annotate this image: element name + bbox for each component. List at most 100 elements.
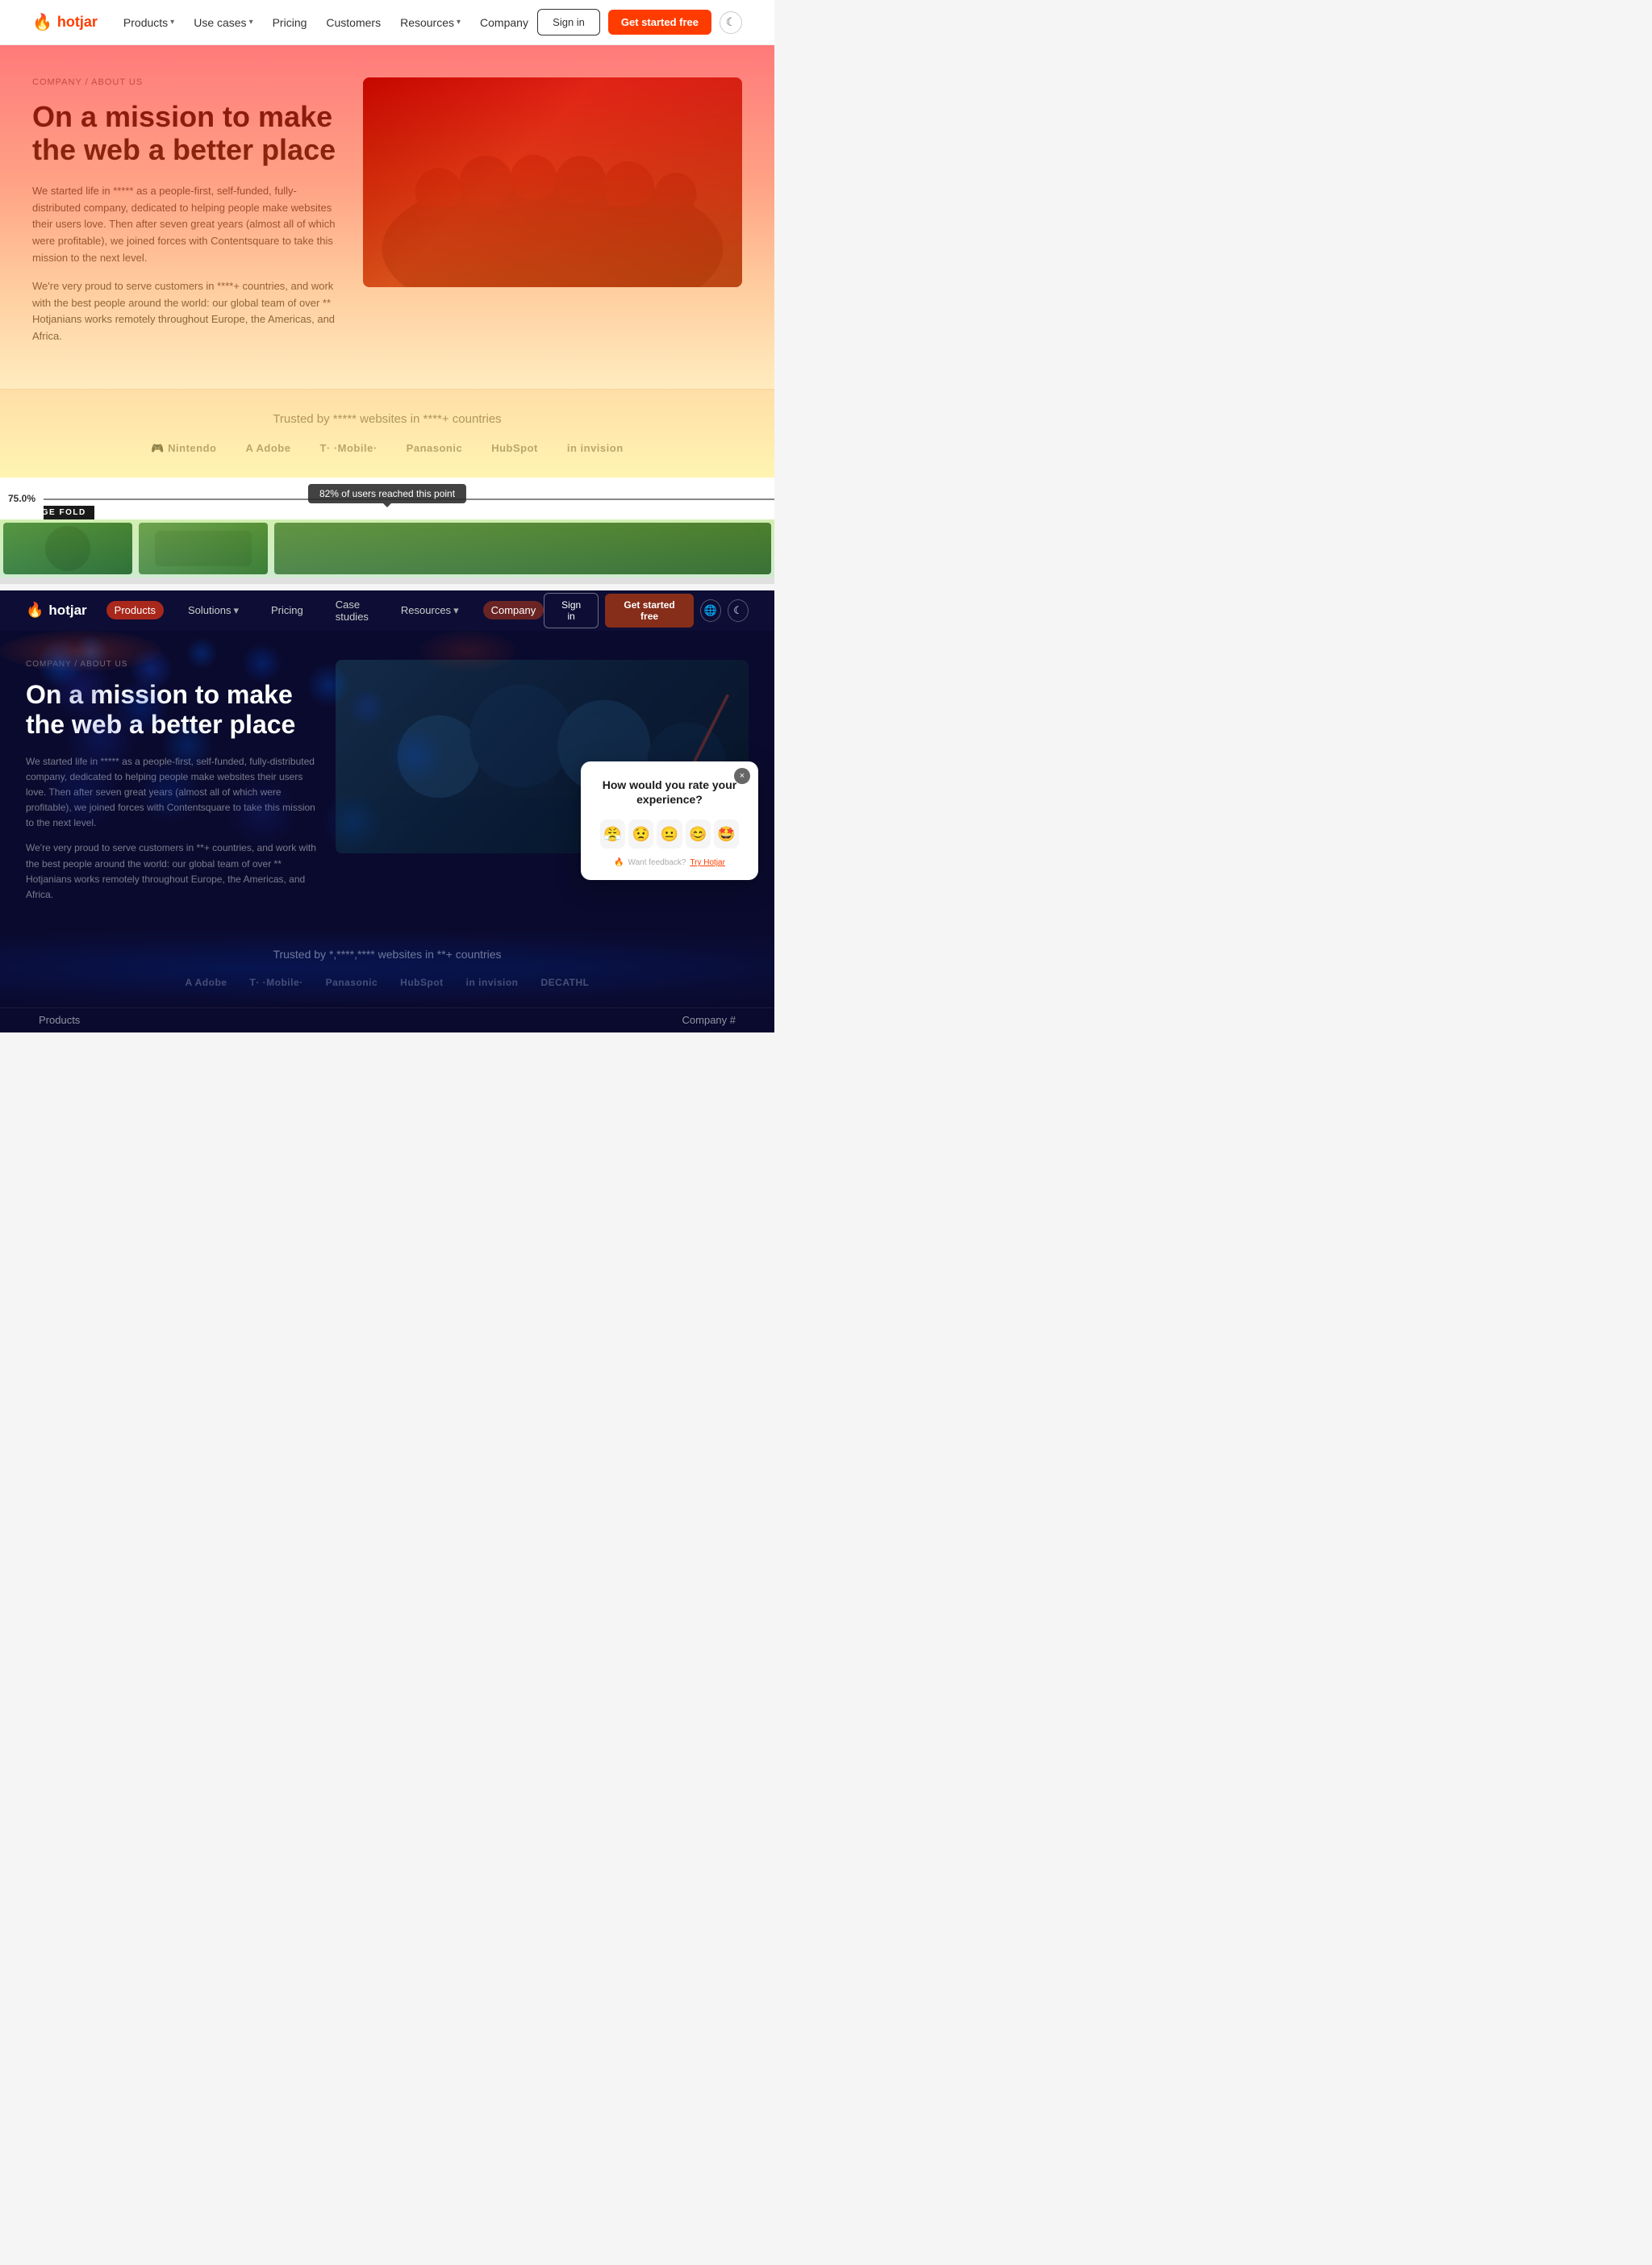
bottom-hero: COMPANY / ABOUT US On a mission to make …: [0, 631, 774, 928]
emoji-love[interactable]: 🤩: [714, 820, 739, 849]
nav-link-pricing[interactable]: Pricing: [273, 16, 307, 29]
bottom-nav-products[interactable]: Products: [106, 601, 164, 619]
bottom-logo-panasonic: Panasonic: [326, 977, 378, 988]
chevron-down-icon: ▾: [457, 18, 461, 27]
website-mockup-bottom: 🔥 hotjar Products Solutions ▾ Pricing Ca…: [0, 590, 774, 1032]
bottom-nav-actions: Sign in Get started free 🌐 ☾: [544, 593, 749, 628]
moon-icon-bottom: ☾: [733, 604, 743, 617]
fold-indicator: 75.0% 82% of users reached this point AV…: [0, 478, 774, 519]
bottom-nav-solutions[interactable]: Solutions ▾: [180, 601, 247, 620]
nav-link-resources[interactable]: Resources ▾: [400, 16, 461, 29]
bottom-logo-tmobile: T· ·Mobile·: [249, 977, 302, 988]
tooltip-arrow: [383, 503, 391, 507]
trusted-wrapper: Trusted by ***** websites in ****+ count…: [0, 389, 774, 478]
logo-hubspot: HubSpot: [491, 442, 538, 454]
feedback-widget: × How would you rate your experience? 😤 …: [581, 761, 758, 880]
breadcrumb: COMPANY / ABOUT US: [32, 77, 339, 87]
strip-3: [274, 523, 771, 574]
chevron-down-icon: ▾: [249, 18, 253, 27]
products-column-label: Products: [26, 1007, 93, 1032]
hero-team-photo: [363, 77, 742, 287]
scroll-heatmap-section: 🔥 hotjar Products ▾ Use cases ▾ Pricing …: [0, 0, 774, 578]
globe-icon-button[interactable]: 🌐: [700, 599, 721, 622]
hero-text: COMPANY / ABOUT US On a mission to make …: [32, 77, 339, 357]
trusted-logos: 🎮 Nintendo A Adobe T· ·Mobile· Panasonic…: [32, 442, 742, 455]
bottom-hero-text: COMPANY / ABOUT US On a mission to make …: [26, 660, 316, 912]
bottom-nav-company[interactable]: Company: [483, 601, 544, 619]
bottom-nav-resources[interactable]: Resources ▾: [393, 601, 467, 620]
bottom-logo-adobe: A Adobe: [186, 977, 227, 988]
trusted-text: Trusted by ***** websites in ****+ count…: [32, 412, 742, 426]
feedback-close-button[interactable]: ×: [734, 768, 750, 784]
bottom-signin-button[interactable]: Sign in: [544, 593, 599, 628]
section-divider: [0, 578, 774, 584]
bottom-hero-title: On a mission to make the web a better pl…: [26, 680, 316, 740]
nav-logo[interactable]: 🔥 hotjar: [32, 12, 98, 32]
nav-link-customers[interactable]: Customers: [326, 16, 381, 29]
logo-text: hotjar: [57, 14, 98, 31]
logo-panasonic: Panasonic: [407, 442, 463, 454]
dark-mode-toggle-bottom[interactable]: ☾: [728, 599, 749, 622]
company-hash-column-label: Company #: [670, 1007, 749, 1032]
team-photo-image: [363, 77, 742, 287]
logo-text-dark: hotjar: [48, 603, 86, 619]
emoji-angry[interactable]: 😤: [600, 820, 625, 849]
website-mockup-top: 🔥 hotjar Products ▾ Use cases ▾ Pricing …: [0, 0, 774, 578]
click-heatmap-section: 🔥 hotjar Products Solutions ▾ Pricing Ca…: [0, 590, 774, 1032]
feedback-footer-text: Want feedback?: [628, 858, 686, 867]
feedback-question: How would you rate your experience?: [600, 778, 739, 807]
chevron-down-icon: ▾: [453, 604, 459, 617]
feedback-emojis: 😤 😟 😐 😊 🤩: [600, 820, 739, 849]
nav-link-usecases[interactable]: Use cases ▾: [194, 16, 252, 29]
emoji-neutral[interactable]: 😐: [657, 820, 682, 849]
hotjar-small-logo: 🔥: [614, 858, 624, 867]
nav-actions: Sign in Get started free ☾: [537, 9, 742, 35]
bottom-getstarted-button[interactable]: Get started free: [605, 594, 694, 628]
bottom-logo-hubspot: HubSpot: [400, 977, 444, 988]
hero-title: On a mission to make the web a better pl…: [32, 100, 339, 167]
emoji-happy[interactable]: 😊: [686, 820, 711, 849]
bottom-logo-invision: in invision: [466, 977, 519, 988]
logo-invision: in invision: [567, 442, 624, 454]
hotjar-flame-icon-dark: 🔥: [26, 602, 44, 619]
strip-1: [3, 523, 132, 574]
company-hash-col: Company #: [387, 1013, 749, 1028]
bottom-trusted-text: Trusted by *,****,**** websites in **+ c…: [26, 948, 749, 961]
bottom-hero-desc-2: We're very proud to serve customers in *…: [26, 841, 316, 903]
bottom-nav-logo[interactable]: 🔥 hotjar: [26, 602, 87, 619]
bottom-trusted: Trusted by *,****,**** websites in **+ c…: [0, 928, 774, 1007]
bottom-nav-pricing[interactable]: Pricing: [263, 601, 311, 619]
bottom-nav-casestudies[interactable]: Case studies: [327, 595, 377, 626]
signin-button[interactable]: Sign in: [537, 9, 600, 35]
nav-links: Products ▾ Use cases ▾ Pricing Customers…: [123, 16, 537, 29]
data-labels-row: Products Company #: [0, 1007, 774, 1032]
top-nav: 🔥 hotjar Products ▾ Use cases ▾ Pricing …: [0, 0, 774, 45]
nav-link-company[interactable]: Company: [480, 16, 528, 29]
hotjar-flame-icon: 🔥: [32, 12, 52, 32]
feedback-footer: 🔥 Want feedback? Try Hotjar: [600, 858, 739, 867]
bottom-nav: 🔥 hotjar Products Solutions ▾ Pricing Ca…: [0, 590, 774, 631]
below-fold-section: [0, 519, 774, 578]
chevron-down-icon: ▾: [170, 18, 174, 27]
chevron-down-icon: ▾: [233, 604, 239, 617]
logo-nintendo: 🎮 Nintendo: [151, 442, 216, 455]
hero-desc-1: We started life in ***** as a people-fir…: [32, 183, 339, 267]
bottom-nav-links: Products Solutions ▾ Pricing Case studie…: [106, 595, 544, 626]
strip-2: [139, 523, 268, 574]
fold-reach-tooltip: 82% of users reached this point: [308, 484, 466, 503]
dark-mode-toggle[interactable]: ☾: [720, 11, 742, 34]
bottom-logo-decathlon: DECATHL: [541, 977, 590, 988]
globe-icon: 🌐: [704, 604, 717, 617]
bottom-breadcrumb: COMPANY / ABOUT US: [26, 660, 316, 669]
emoji-sad[interactable]: 😟: [628, 820, 653, 849]
nav-link-products[interactable]: Products ▾: [123, 16, 174, 29]
bottom-hero-desc-1: We started life in ***** as a people-fir…: [26, 754, 316, 832]
below-fold-strips: [0, 519, 774, 578]
hero-desc-2: We're very proud to serve customers in *…: [32, 278, 339, 345]
getstarted-button[interactable]: Get started free: [608, 10, 711, 35]
try-hotjar-link[interactable]: Try Hotjar: [690, 858, 725, 867]
fold-percentage: 75.0%: [0, 478, 44, 519]
products-label-col: Products: [26, 1013, 387, 1028]
moon-icon: ☾: [726, 15, 736, 29]
logo-tmobile: T· ·Mobile·: [319, 442, 377, 454]
